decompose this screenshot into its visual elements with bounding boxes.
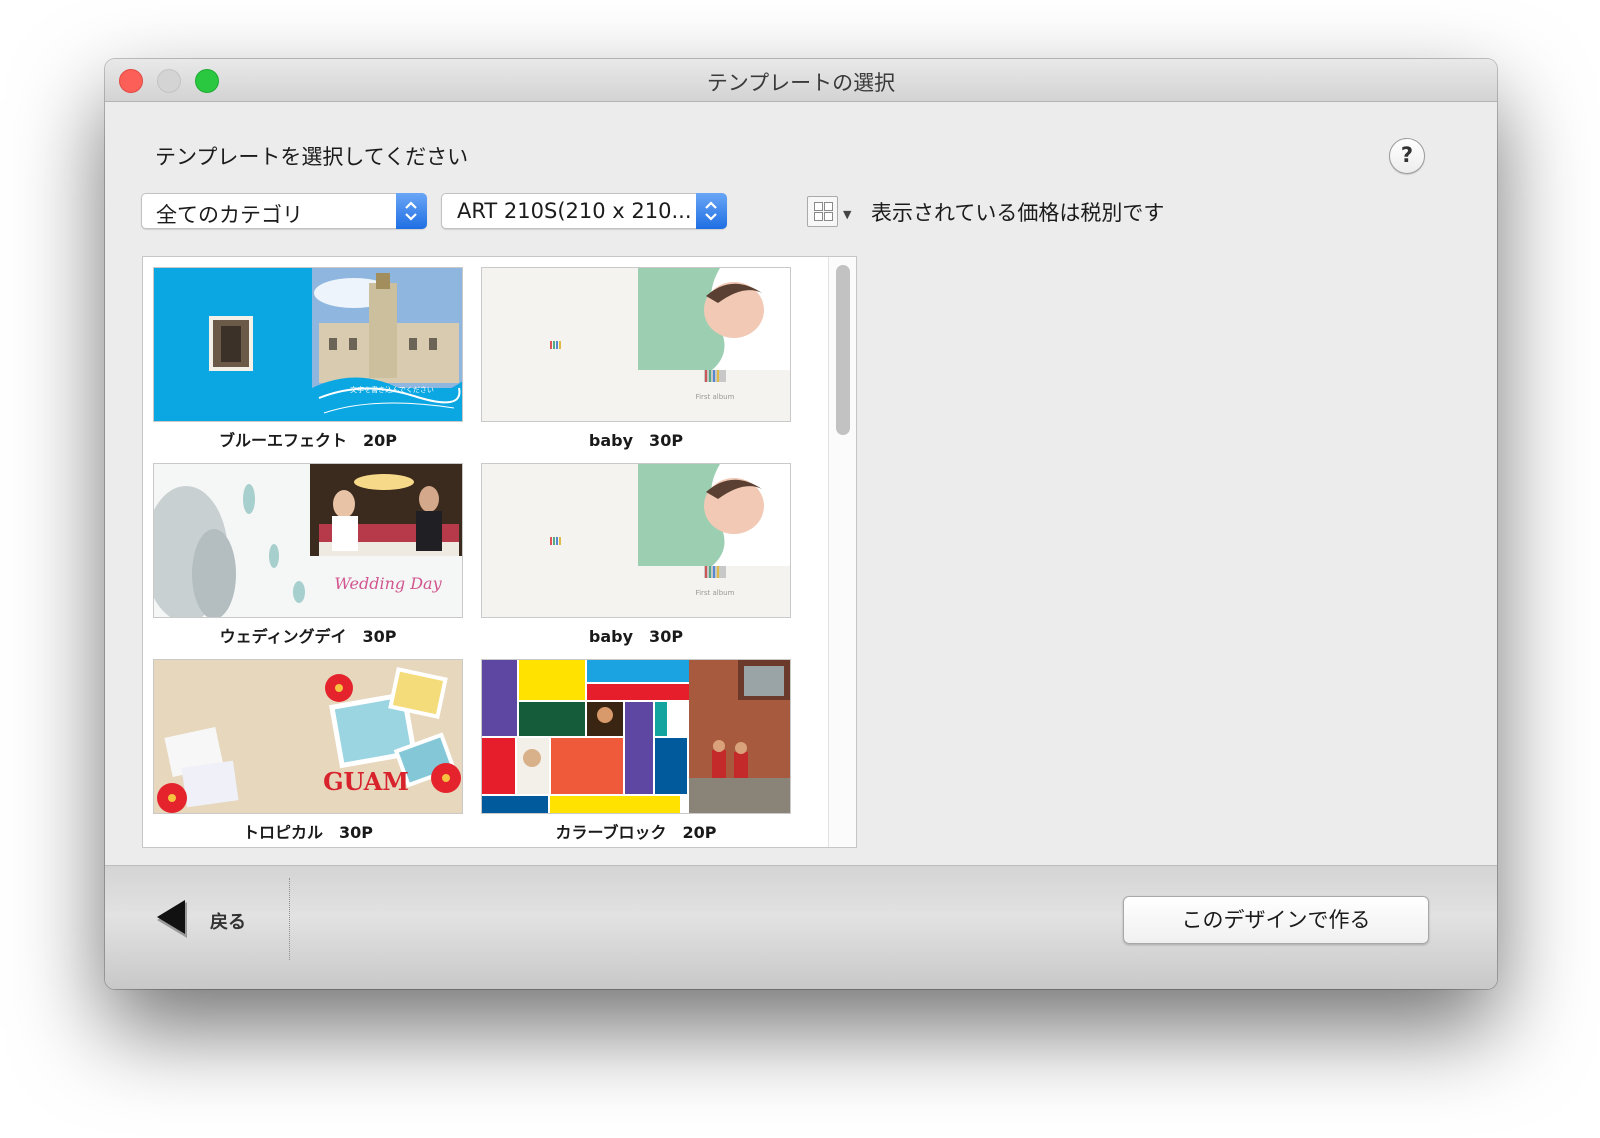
- template-tile-baby[interactable]: First album baby 30P: [481, 267, 791, 457]
- view-mode-menu[interactable]: ▼: [807, 196, 859, 228]
- template-name: baby 30P: [588, 627, 684, 646]
- template-tile-tropical[interactable]: GUAM トロピカル 30P: [153, 659, 463, 849]
- size-select-value: ART 210S(210 x 210...: [457, 199, 692, 223]
- baby-thumb-caption: First album: [696, 393, 735, 401]
- category-select-value: 全てのカテゴリ: [156, 203, 303, 227]
- bottom-bar: 戻る このデザインで作る: [105, 865, 1497, 989]
- grid-icon[interactable]: [807, 196, 838, 227]
- template-name: トロピカル 30P: [243, 823, 373, 842]
- category-select[interactable]: 全てのカテゴリ: [141, 193, 427, 229]
- template-thumbnail[interactable]: [481, 659, 791, 814]
- category-stepper-icon: [396, 193, 427, 229]
- blue-effect-thumb-caption: 文字を書き込んでください: [350, 385, 434, 394]
- baby-thumb-caption: First album: [696, 589, 735, 597]
- create-with-design-button[interactable]: このデザインで作る: [1123, 896, 1429, 944]
- template-tile-blue-effect[interactable]: 文字を書き込んでください ブルーエフェクト 20P: [153, 267, 463, 457]
- window-title: テンプレートの選択: [706, 71, 896, 95]
- dropdown-arrow-icon: ▼: [843, 208, 852, 221]
- wedding-thumb-caption: Wedding Day: [334, 574, 442, 593]
- template-name: baby 30P: [588, 431, 684, 450]
- size-select[interactable]: ART 210S(210 x 210...: [441, 193, 727, 229]
- template-name: ブルーエフェクト 20P: [219, 431, 397, 450]
- template-thumbnail[interactable]: Wedding Day: [153, 463, 463, 618]
- tax-note: 表示されている価格は税別です: [871, 201, 1165, 225]
- guam-thumb-caption: GUAM: [323, 767, 409, 796]
- template-thumbnail[interactable]: First album: [481, 267, 791, 422]
- gallery-scroll-thumb[interactable]: [836, 265, 850, 435]
- title-bar[interactable]: テンプレートの選択: [105, 59, 1497, 102]
- template-thumbnail[interactable]: GUAM: [153, 659, 463, 814]
- back-label: 戻る: [210, 912, 246, 933]
- size-stepper-icon: [696, 193, 727, 229]
- template-thumbnail[interactable]: 文字を書き込んでください: [153, 267, 463, 422]
- back-button[interactable]: 戻る: [155, 896, 265, 944]
- instruction-text: テンプレートを選択してください: [155, 145, 469, 169]
- template-tile-wedding-day[interactable]: Wedding Day ウェディングデイ 30P: [153, 463, 463, 653]
- template-tile-color-block[interactable]: カラーブロック 20P: [481, 659, 791, 849]
- gallery-scrollbar[interactable]: [828, 257, 856, 847]
- template-name: カラーブロック 20P: [555, 823, 717, 842]
- template-thumbnail[interactable]: First album: [481, 463, 791, 618]
- template-name: ウェディングデイ 30P: [219, 627, 397, 646]
- help-button[interactable]: ?: [1389, 138, 1425, 174]
- template-gallery[interactable]: 文字を書き込んでください ブルーエフェクト 20P First album ba…: [142, 256, 857, 848]
- footer-divider: [289, 878, 290, 960]
- template-select-window: テンプレートの選択 テンプレートを選択してください ? 全てのカテゴリ ART …: [105, 59, 1497, 989]
- back-arrow-icon: [157, 900, 187, 938]
- template-tile-baby-2[interactable]: First album baby 30P: [481, 463, 791, 653]
